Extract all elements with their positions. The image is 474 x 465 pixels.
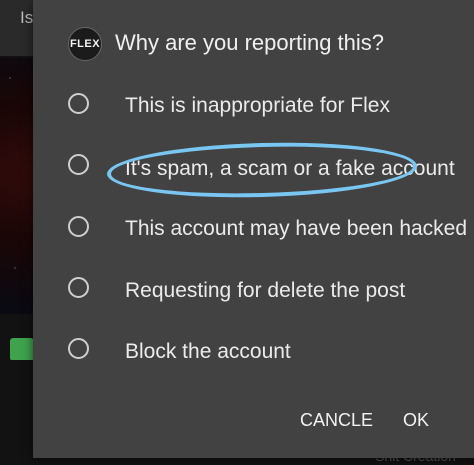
report-dialog: FLEX Why are you reporting this? This is… [33,0,474,458]
option-label: This is inappropriate for Flex [125,94,390,117]
option-label: Requesting for delete the post [125,279,406,302]
report-option-block[interactable]: Block the account [33,0,474,363]
radio-button[interactable] [68,93,89,114]
option-label: Block the account [125,340,291,363]
option-label: This account may have been hacked [125,217,468,240]
background-title: Is [20,8,34,27]
radio-button[interactable] [68,277,89,298]
ok-button[interactable]: OK [403,410,429,431]
radio-button[interactable] [68,154,89,175]
radio-button[interactable] [68,216,89,237]
cancel-button[interactable]: CANCLE [300,410,373,431]
radio-button[interactable] [68,338,89,359]
thumbs-up-icon [10,338,34,360]
option-label: It's spam, a scam or a fake account [125,157,455,180]
